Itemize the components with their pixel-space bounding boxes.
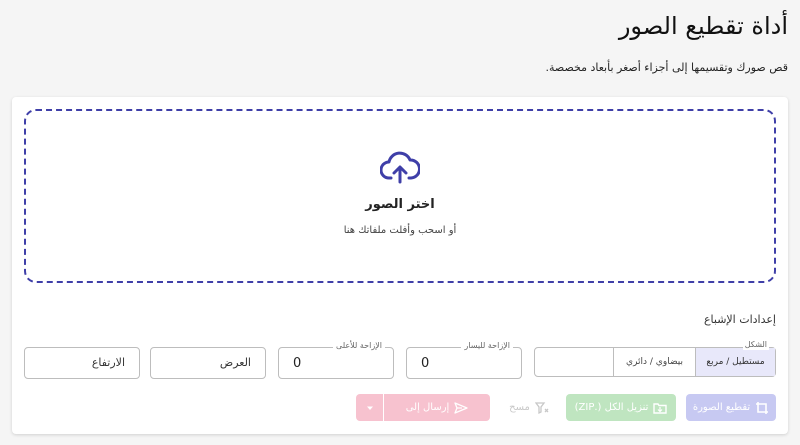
offset-x-value: 0 (421, 356, 430, 371)
send-to-button[interactable]: إرسال إلى (384, 394, 490, 421)
width-placeholder: العرض (219, 356, 251, 369)
caret-down-icon (366, 406, 373, 410)
offset-y-label: الإزاحة للأعلى (333, 341, 385, 351)
send-to-dropdown-button[interactable] (356, 394, 384, 421)
offset-x-label: الإزاحة لليسار (461, 341, 513, 351)
send-to-label: إرسال إلى (405, 402, 450, 413)
width-input[interactable]: العرض (150, 347, 266, 379)
height-input[interactable]: الارتفاع (24, 347, 140, 379)
dropzone-title: اختر الصور (365, 197, 435, 212)
crop-button-label: تقطيع الصورة (692, 402, 751, 413)
shape-toggle-group: الشكل مستطيل / مربع بيضاوي / دائري (534, 340, 776, 377)
download-zip-button[interactable]: تنزيل الكل (.ZIP) (566, 394, 676, 421)
download-zip-label: تنزيل الكل (.ZIP) (574, 402, 649, 413)
cloud-upload-icon (380, 151, 420, 184)
offset-y-value: 0 (293, 356, 302, 371)
dropzone-hint: أو اسحب وأفلت ملفاتك هنا (343, 225, 457, 236)
shape-option-rectangle[interactable]: مستطيل / مربع (695, 348, 775, 376)
download-folder-icon (653, 402, 668, 414)
shape-label: الشكل (742, 340, 769, 350)
offset-x-field[interactable]: الإزاحة لليسار 0 (406, 341, 522, 379)
page-title: أداة تقطيع الصور (618, 12, 788, 40)
page-subtitle: قص صورك وتقسيمها إلى أجزاء أصغر بأبعاد م… (545, 61, 788, 74)
height-placeholder: الارتفاع (91, 356, 125, 369)
clear-filter-icon (534, 401, 549, 414)
shape-option-ellipse[interactable]: بيضاوي / دائري (613, 348, 695, 376)
crop-icon (756, 401, 769, 414)
send-icon (454, 401, 468, 414)
shape-option-other[interactable] (535, 348, 613, 376)
offset-y-field[interactable]: الإزاحة للأعلى 0 (278, 341, 394, 379)
settings-title: إعدادات الإشباع (703, 313, 776, 326)
crop-button[interactable]: تقطيع الصورة (686, 394, 776, 421)
file-dropzone[interactable]: اختر الصور أو اسحب وأفلت ملفاتك هنا (24, 109, 776, 283)
clear-button-label: مسح (509, 402, 530, 413)
main-card: اختر الصور أو اسحب وأفلت ملفاتك هنا إعدا… (12, 97, 788, 434)
clear-button[interactable]: مسح (500, 394, 558, 421)
